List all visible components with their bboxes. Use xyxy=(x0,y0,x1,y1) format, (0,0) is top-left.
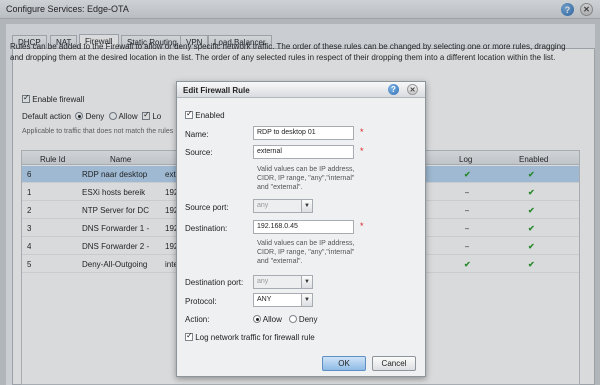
destination-label: Destination: xyxy=(185,224,228,233)
destination-hint-2: CIDR, IP range, "any","internal" xyxy=(257,249,355,256)
source-hint-3: and "external". xyxy=(257,184,303,191)
source-port-select[interactable]: any xyxy=(253,199,302,213)
name-input[interactable]: RDP to desktop 01 xyxy=(253,126,354,140)
allow-radio[interactable] xyxy=(253,315,261,323)
chevron-down-icon[interactable]: ▼ xyxy=(301,275,313,289)
enabled-label: Enabled xyxy=(195,111,225,120)
protocol-select[interactable]: ANY xyxy=(253,293,302,307)
log-traffic-checkbox[interactable] xyxy=(185,331,193,341)
deny-radio[interactable] xyxy=(288,315,297,323)
deny-label: Deny xyxy=(298,315,318,324)
source-input[interactable]: external xyxy=(253,145,354,159)
source-hint-1: Valid values can be IP address, xyxy=(257,166,355,173)
edit-firewall-rule-dialog: Edit Firewall Rule ? ✕ Enabled Name: RDP… xyxy=(176,81,426,377)
protocol-label: Protocol: xyxy=(185,297,217,306)
required-mark: * xyxy=(360,127,364,137)
close-icon[interactable]: ✕ xyxy=(407,84,418,95)
destination-port-label: Destination port: xyxy=(185,278,244,287)
cancel-button[interactable]: Cancel xyxy=(372,356,416,371)
destination-hint-1: Valid values can be IP address, xyxy=(257,240,355,247)
required-mark: * xyxy=(360,221,364,231)
log-traffic-label: Log network traffic for firewall rule xyxy=(195,333,315,342)
dialog-title: Edit Firewall Rule xyxy=(183,86,250,95)
chevron-down-icon[interactable]: ▼ xyxy=(301,293,313,307)
source-port-label: Source port: xyxy=(185,203,229,212)
destination-input[interactable]: 192.168.0.45 xyxy=(253,220,354,234)
dialog-titlebar: Edit Firewall Rule ? ✕ xyxy=(177,82,425,98)
destination-hint-3: and "external". xyxy=(257,258,303,265)
action-radio-group: Allow Deny xyxy=(253,315,318,324)
destination-port-select[interactable]: any xyxy=(253,275,302,289)
action-label: Action: xyxy=(185,315,210,324)
ok-button[interactable]: OK xyxy=(322,356,366,371)
source-label: Source: xyxy=(185,148,213,157)
required-mark: * xyxy=(360,146,364,156)
allow-label: Allow xyxy=(262,315,282,324)
source-hint-2: CIDR, IP range, "any","internal" xyxy=(257,175,355,182)
log-traffic-row[interactable]: Log network traffic for firewall rule xyxy=(185,331,315,342)
help-icon[interactable]: ? xyxy=(388,84,399,95)
enabled-checkbox[interactable] xyxy=(185,109,193,119)
enabled-row[interactable]: Enabled xyxy=(185,109,225,120)
name-label: Name: xyxy=(185,130,209,139)
chevron-down-icon[interactable]: ▼ xyxy=(301,199,313,213)
